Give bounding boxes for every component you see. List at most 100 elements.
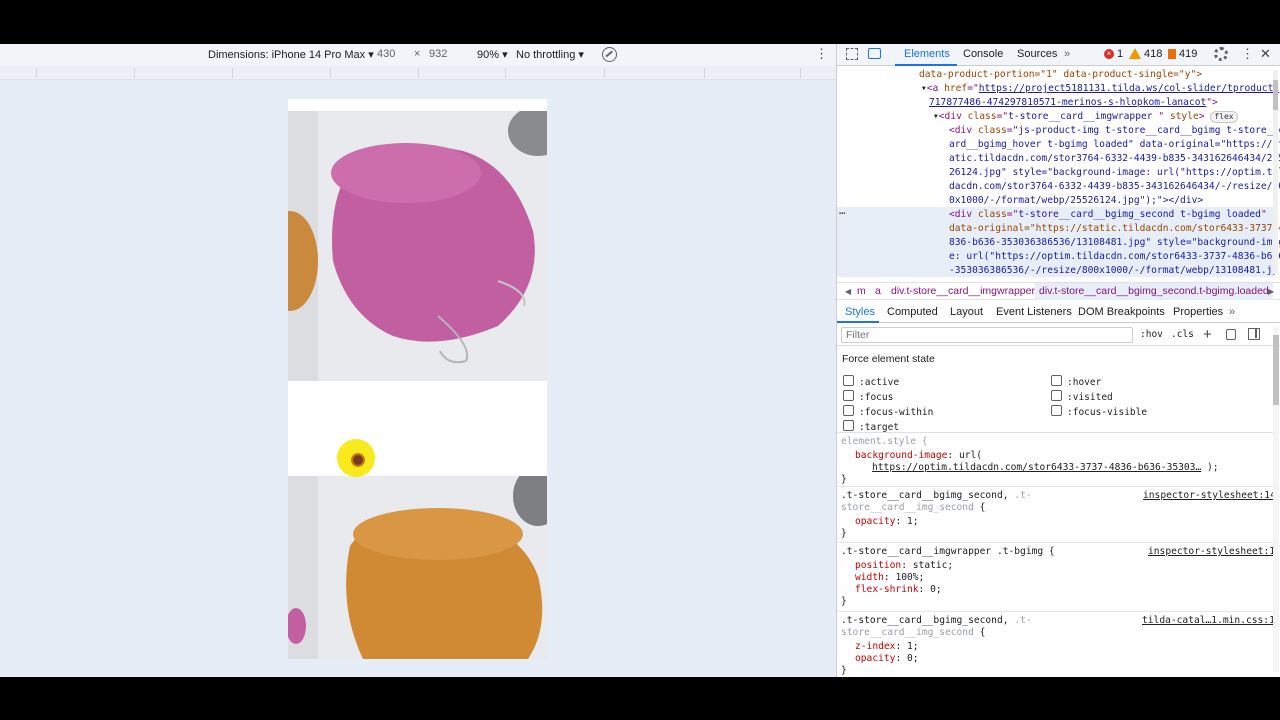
throttling-dropdown[interactable]: No throttling ▾ [516, 48, 584, 61]
rule-declaration[interactable]: position: static; [855, 560, 953, 572]
device-toolbar-icon[interactable] [868, 48, 881, 59]
tab-dom-breakpoints[interactable]: DOM Breakpoints [1078, 306, 1165, 318]
source-link[interactable]: inspector-stylesheet:1 [1148, 546, 1273, 557]
dom-node-bgimg-second[interactable]: <div class="t-store__card__bgimg_second … [949, 208, 1267, 222]
tab-layout[interactable]: Layout [950, 306, 983, 318]
prop-name[interactable]: z-index [855, 641, 895, 652]
inspect-element-icon[interactable] [846, 48, 858, 60]
background-url-link[interactable]: https://optim.tildacdn.com/stor6433-3737… [872, 462, 1201, 473]
rule-source-link[interactable]: tilda-catal…1.min.css:1 [1142, 615, 1273, 627]
dom-line[interactable]: e: url("https://optim.tildacdn.com/stor6… [949, 250, 1280, 264]
issues-count[interactable]: 419 [1179, 48, 1197, 60]
error-icon[interactable]: × [1104, 49, 1114, 59]
dom-line[interactable]: ard__bgimg_hover t-bgimg loaded" data-or… [949, 138, 1280, 152]
tab-console[interactable]: Console [963, 48, 1003, 60]
prop-value[interactable]: : 1; [895, 516, 918, 527]
dom-line[interactable]: 26124.jpg" style="background-image: url(… [949, 166, 1280, 180]
warning-count[interactable]: 418 [1144, 48, 1162, 60]
class-toggle[interactable]: .cls [1171, 329, 1194, 340]
dom-node-bgimg[interactable]: <div class="js-product-img t-store__card… [949, 124, 1280, 138]
prop-name[interactable]: position [855, 560, 901, 571]
issues-icon[interactable] [1168, 49, 1176, 59]
dom-line[interactable]: 0x1000/-/format/webp/25526124.jpg");"></… [949, 194, 1203, 208]
force-focus-checkbox[interactable]: :focus [843, 390, 893, 403]
rule-declaration[interactable]: width: 100%; [855, 572, 924, 584]
force-hover-checkbox[interactable]: :hover [1051, 375, 1101, 388]
rendering-emulation-icon[interactable] [1226, 329, 1236, 340]
prop-name[interactable]: flex-shrink [855, 584, 919, 595]
force-focus-within-checkbox[interactable]: :focus-within [843, 405, 933, 418]
prop-value[interactable]: : 0; [919, 584, 942, 595]
dom-node-imgwrapper[interactable]: ▾<div class="t-store__card__imgwrapper "… [933, 110, 1238, 124]
rotate-icon[interactable] [602, 47, 617, 62]
source-link[interactable]: inspector-stylesheet:14 [1143, 490, 1273, 501]
close-devtools-icon[interactable]: ✕ [1260, 46, 1271, 62]
tab-elements[interactable]: Elements [904, 48, 950, 60]
rule-declaration[interactable]: opacity: 0; [855, 653, 919, 665]
more-options-icon[interactable]: ⋮ [815, 46, 828, 62]
rule-source-link[interactable]: inspector-stylesheet:14 [1143, 490, 1273, 502]
dom-node-anchor[interactable]: ▾<a href="https://project5181131.tilda.w… [921, 82, 1279, 96]
prop-name[interactable]: opacity [855, 653, 895, 664]
warning-icon[interactable] [1129, 48, 1141, 59]
device-dimensions-dropdown[interactable]: Dimensions: iPhone 14 Pro Max ▾ [208, 48, 374, 61]
anchor-href-link[interactable]: https://project5181131.tilda.ws/col-slid… [979, 83, 1279, 94]
anchor-href-link-cont[interactable]: 717877486-474297810571-merinos-s-hlopkom… [929, 97, 1206, 108]
dom-line[interactable]: data-original="https://static.tildacdn.c… [949, 222, 1280, 236]
tab-properties[interactable]: Properties [1173, 306, 1223, 318]
source-link[interactable]: tilda-catal…1.min.css:1 [1142, 615, 1273, 626]
force-visited-checkbox[interactable]: :visited [1051, 390, 1113, 403]
dom-line[interactable]: 717877486-474297810571-merinos-s-hlopkom… [929, 96, 1218, 110]
dom-line[interactable]: atic.tildacdn.com/stor3764-6332-4439-b83… [949, 152, 1280, 166]
new-style-rule-icon[interactable]: + [1203, 326, 1212, 343]
zoom-dropdown[interactable]: 90% ▾ [477, 48, 508, 61]
prop-value[interactable]: : url( [947, 450, 982, 461]
dom-tree-scrollbar[interactable] [1273, 70, 1278, 274]
devtools-menu-icon[interactable]: ⋮ [1241, 46, 1254, 62]
force-active-checkbox[interactable]: :active [843, 375, 899, 388]
rule-declaration[interactable]: opacity: 1; [855, 516, 919, 528]
toggle-sidebar-icon[interactable] [1248, 328, 1260, 340]
device-width-input[interactable]: 430 [377, 48, 395, 60]
prop-value[interactable]: : 1; [895, 641, 918, 652]
prop-value[interactable]: : static; [901, 560, 953, 571]
rule-declaration[interactable]: z-index: 1; [855, 641, 919, 653]
error-count[interactable]: 1 [1117, 48, 1123, 60]
prop-value[interactable]: : 0; [895, 653, 918, 664]
breadcrumb-item-selected[interactable]: div.t-store__card__bgimg_second.t-bgimg.… [1035, 283, 1273, 300]
styles-scrollbar[interactable] [1273, 327, 1279, 672]
device-height-input[interactable]: 932 [429, 48, 447, 60]
tab-computed[interactable]: Computed [887, 306, 938, 318]
tab-styles[interactable]: Styles [845, 306, 875, 318]
hover-state-toggle[interactable]: :hov [1140, 329, 1163, 340]
more-tabs-icon[interactable]: » [1229, 306, 1235, 318]
breadcrumb-item[interactable]: div.t-store__card__imgwrapper. [891, 285, 1037, 297]
breadcrumb-item[interactable]: a [875, 285, 881, 297]
settings-gear-icon[interactable] [1214, 47, 1228, 61]
flex-badge[interactable]: flex [1210, 111, 1238, 123]
breadcrumb-scroll-right-icon[interactable]: ▶ [1268, 287, 1274, 296]
tab-sources[interactable]: Sources [1017, 48, 1057, 60]
dom-line[interactable]: -353036386536/-/resize/800x1000/-/format… [949, 264, 1278, 278]
product-image-pink-yarn[interactable] [288, 111, 547, 381]
rule-selector[interactable]: .t-store__card__imgwrapper .t-bgimg { [841, 546, 1055, 558]
rule-selector[interactable]: .t-store__card__bgimg_second, .t- [841, 615, 1032, 627]
prop-value[interactable]: : 100%; [884, 572, 924, 583]
rule-declaration[interactable]: flex-shrink: 0; [855, 584, 942, 596]
rule-declaration[interactable]: background-image: url( [855, 450, 982, 462]
more-tabs-icon[interactable]: » [1064, 48, 1070, 60]
dom-line[interactable]: dacdn.com/stor3764-6332-4439-b835-343162… [949, 180, 1280, 194]
force-focus-visible-checkbox[interactable]: :focus-visible [1051, 405, 1147, 418]
breadcrumb-item[interactable]: m [857, 285, 866, 297]
rule-selector[interactable]: .t-store__card__bgimg_second, .t- [841, 490, 1032, 502]
breadcrumb-scroll-left-icon[interactable]: ◀ [845, 287, 851, 296]
styles-filter-input[interactable] [841, 327, 1133, 343]
force-target-checkbox[interactable]: :target [843, 420, 899, 433]
rule-source-link[interactable]: inspector-stylesheet:1 [1148, 546, 1273, 558]
prop-name[interactable]: background-image [855, 450, 947, 461]
tab-event-listeners[interactable]: Event Listeners [996, 306, 1072, 318]
prop-name[interactable]: width [855, 572, 884, 583]
prop-name[interactable]: opacity [855, 516, 895, 527]
dom-line[interactable]: data-product-portion="1" data-product-si… [919, 68, 1202, 82]
node-actions-icon[interactable]: … [839, 204, 846, 218]
